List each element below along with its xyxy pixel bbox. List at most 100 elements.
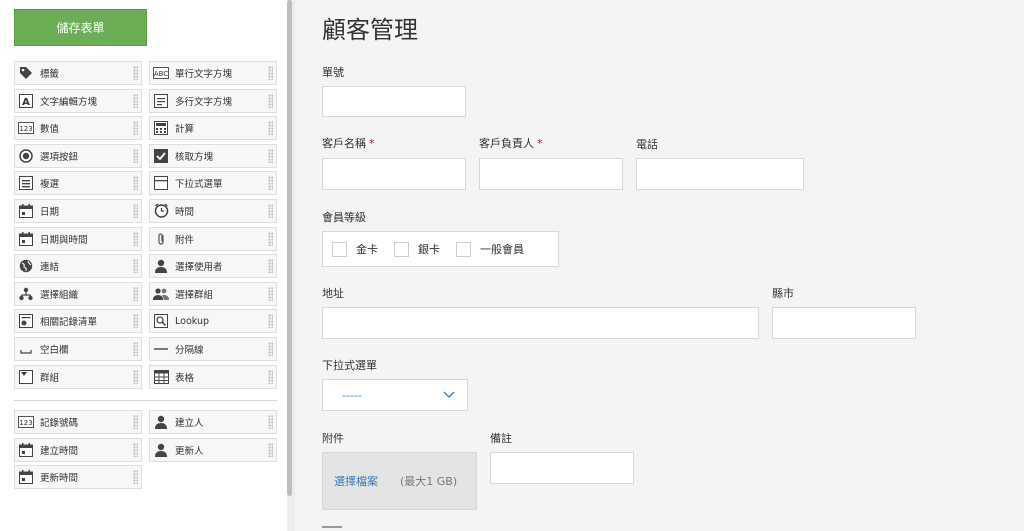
drag-handle-icon[interactable] [268, 66, 273, 80]
drag-handle-icon[interactable] [268, 369, 273, 384]
palette-item[interactable]: 下拉式選單 [149, 171, 277, 196]
multi-select-icon [18, 175, 34, 191]
dropdown-select[interactable]: ----- [322, 379, 468, 411]
palette-item[interactable]: 連結 [14, 254, 142, 279]
palette-item[interactable]: 核取方塊 [149, 143, 277, 168]
palette-item-label: 單行文字方塊 [175, 69, 233, 80]
calendar-icon [18, 203, 34, 219]
palette-item[interactable]: 分隔線 [149, 336, 277, 361]
field-palette-system: 123 記錄號碼 建立人建立時間 更新人更新時間 [14, 410, 277, 490]
palette-item-label: 更新時間 [40, 473, 79, 485]
drag-handle-icon[interactable] [268, 314, 273, 329]
divider-line-icon [153, 341, 169, 357]
palette-scrollbar[interactable] [287, 0, 292, 496]
attachment-label: 附件 [322, 432, 344, 445]
palette-item[interactable]: 更新人 [149, 437, 277, 462]
svg-text:123: 123 [19, 125, 32, 133]
palette-item[interactable]: 更新時間 [14, 465, 142, 490]
drag-handle-icon[interactable] [268, 415, 273, 429]
drag-handle-icon[interactable] [133, 176, 138, 191]
drag-handle-icon[interactable] [133, 369, 138, 384]
checkbox-general-label: 一般會員 [480, 243, 524, 256]
drag-handle-icon[interactable] [268, 176, 273, 191]
palette-item-label: 記錄號碼 [40, 418, 79, 429]
drag-handle-icon[interactable] [268, 442, 273, 457]
drag-handle-icon[interactable] [133, 121, 138, 136]
palette-item-label: 標籤 [40, 69, 60, 80]
customer-name-input[interactable] [322, 158, 466, 190]
palette-item[interactable]: 時間 [149, 198, 277, 223]
palette-item-label: 建立人 [175, 418, 204, 429]
palette-item-label: 選擇群組 [175, 289, 214, 301]
org-icon [18, 286, 34, 302]
drag-handle-icon[interactable] [133, 314, 138, 329]
palette-item[interactable]: A 文字編輯方塊 [14, 88, 142, 113]
checkbox-box[interactable] [332, 241, 347, 257]
drag-handle-icon[interactable] [268, 121, 273, 136]
drag-handle-icon[interactable] [268, 259, 273, 274]
palette-item[interactable]: ABC 單行文字方塊 [149, 61, 277, 85]
phone-input[interactable] [636, 158, 804, 190]
drag-handle-icon[interactable] [268, 231, 273, 246]
checkbox-silver[interactable]: 銀卡 [394, 241, 440, 257]
city-input[interactable] [772, 307, 916, 339]
palette-item[interactable]: 計算 [149, 116, 277, 141]
palette-item[interactable]: 建立人 [149, 410, 277, 434]
drag-handle-icon[interactable] [133, 341, 138, 356]
calculator-icon [153, 120, 169, 136]
palette-item[interactable]: Lookup [149, 309, 277, 334]
notes-input[interactable] [490, 452, 634, 484]
palette-item[interactable]: 日期與時間 [14, 226, 142, 251]
checkbox-box[interactable] [394, 241, 409, 257]
palette-item[interactable]: 標籤 [14, 61, 142, 85]
palette-item[interactable]: 選擇使用者 [149, 254, 277, 279]
drag-handle-icon[interactable] [133, 93, 138, 108]
globe-icon [18, 258, 34, 274]
palette-item[interactable]: 表格 [149, 364, 277, 389]
palette-item[interactable]: 空白欄 [14, 336, 142, 361]
palette-item-label: 更新人 [175, 445, 204, 457]
contact-person-input[interactable] [479, 158, 623, 190]
drag-handle-icon[interactable] [268, 341, 273, 356]
drag-handle-icon[interactable] [133, 66, 138, 80]
palette-item[interactable]: 選擇組織 [14, 281, 142, 306]
drag-handle-icon[interactable] [133, 470, 138, 485]
palette-item-label: 時間 [175, 206, 195, 218]
drag-handle-icon[interactable] [268, 93, 273, 108]
address-input[interactable] [322, 307, 759, 339]
attachment-size-limit: (最大1 GB) [400, 475, 458, 488]
palette-item[interactable]: 建立時間 [14, 437, 142, 462]
palette-item[interactable]: 123 記錄號碼 [14, 410, 142, 434]
drag-handle-icon[interactable] [268, 148, 273, 163]
palette-item[interactable]: 123 數值 [14, 116, 142, 141]
drag-handle-icon[interactable] [133, 259, 138, 274]
checkbox-general[interactable]: 一般會員 [456, 241, 524, 257]
drag-handle-icon[interactable] [133, 415, 138, 429]
palette-item[interactable]: 選項按鈕 [14, 143, 142, 168]
palette-item[interactable]: 日期 [14, 198, 142, 223]
palette-item[interactable]: 群組 [14, 364, 142, 389]
paperclip-icon [153, 231, 169, 247]
palette-item[interactable]: 相關記錄清單 [14, 309, 142, 334]
palette-item[interactable]: 複選 [14, 171, 142, 196]
checkbox-box[interactable] [456, 241, 471, 257]
drag-handle-icon[interactable] [133, 286, 138, 301]
palette-item-label: 日期 [40, 206, 60, 218]
palette-item[interactable]: 選擇群組 [149, 281, 277, 306]
drag-handle-icon[interactable] [268, 203, 273, 218]
palette-item[interactable]: 附件 [149, 226, 277, 251]
rich-text-icon: A [18, 93, 34, 109]
drag-handle-icon[interactable] [133, 203, 138, 218]
save-form-button[interactable]: 儲存表單 [14, 9, 147, 46]
drag-handle-icon[interactable] [133, 231, 138, 246]
palette-item[interactable]: 多行文字方塊 [149, 88, 277, 113]
choose-file-link[interactable]: 選擇檔案 [334, 473, 378, 489]
multiline-text-icon [153, 93, 169, 109]
checkbox-gold[interactable]: 金卡 [332, 241, 378, 257]
calendar-icon [18, 442, 34, 458]
drag-handle-icon[interactable] [133, 442, 138, 457]
table-icon [153, 369, 169, 385]
drag-handle-icon[interactable] [133, 148, 138, 163]
drag-handle-icon[interactable] [268, 286, 273, 301]
record-no-input[interactable] [322, 86, 466, 117]
